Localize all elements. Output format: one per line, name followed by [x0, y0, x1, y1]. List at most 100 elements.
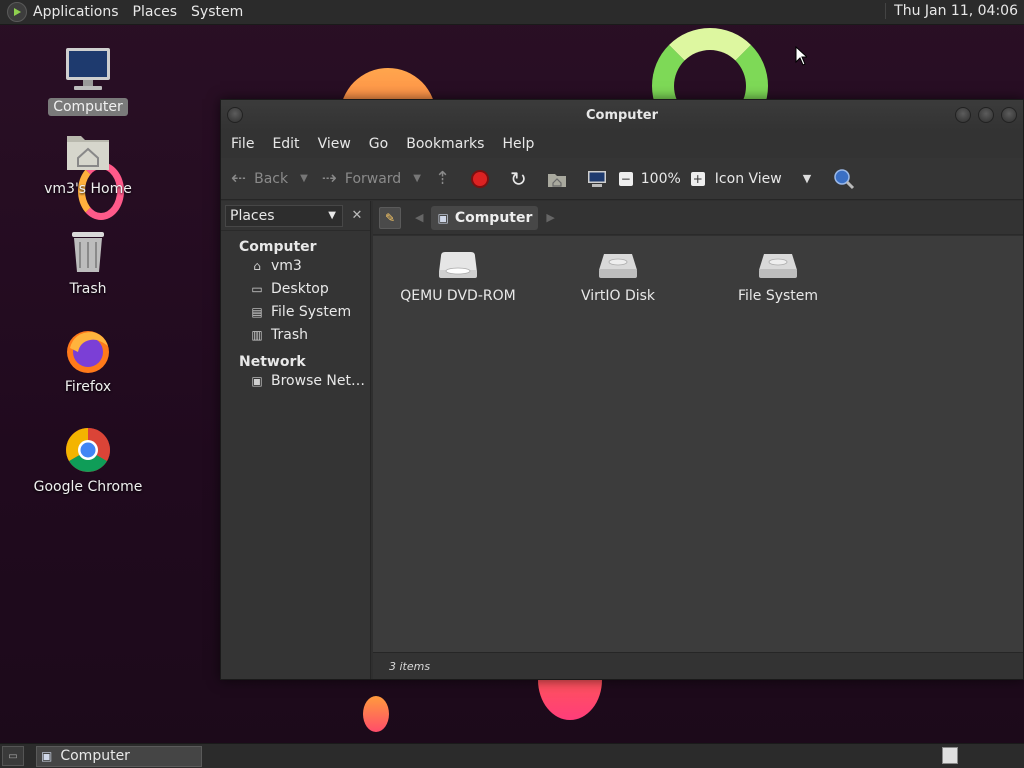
- chevron-down-icon: ▼: [802, 172, 812, 185]
- desktop-icon-label: Trash: [69, 281, 107, 297]
- desktop-icon-label: Google Chrome: [33, 479, 143, 495]
- desktop-icon-firefox[interactable]: Firefox: [13, 326, 163, 396]
- maximize-button[interactable]: [978, 107, 994, 123]
- forward-arrow-icon: ⇢: [321, 168, 337, 189]
- sidebar-pane-select[interactable]: Places ▼: [225, 204, 343, 227]
- sidebar-section-computer: Computer: [239, 239, 317, 255]
- workspace-switcher[interactable]: [942, 747, 958, 764]
- optical-drive-icon: [437, 250, 479, 280]
- desktop-icon-label: vm3's Home: [44, 181, 132, 197]
- window-menu-button[interactable]: [227, 107, 243, 123]
- sidebar: Places ▼ ✕ Computer ⌂ vm3 ▭ Desktop ▤ Fi…: [221, 201, 371, 679]
- location-bar: ✎ ◀ ▣ Computer ▶: [373, 201, 1023, 235]
- view-mode-value: Icon View: [714, 170, 782, 187]
- applications-menu[interactable]: Applications: [33, 4, 119, 20]
- desktop-icon-home[interactable]: vm3's Home: [13, 128, 163, 198]
- file-view[interactable]: QEMU DVD-ROM VirtIO Disk File System: [373, 236, 1023, 652]
- places-menu[interactable]: Places: [133, 4, 178, 20]
- hard-disk-icon: [757, 250, 799, 280]
- sidebar-item-vm3[interactable]: ⌂ vm3: [221, 254, 370, 277]
- trash-icon: ▥: [251, 327, 263, 342]
- file-item-dvd-rom[interactable]: QEMU DVD-ROM: [383, 236, 533, 304]
- toolbar: ⇠ Back ▼ ⇢ Forward ▼ ⇡ ↻ − 100% + Icon V…: [221, 158, 1023, 200]
- forward-history-dropdown-icon[interactable]: ▼: [413, 173, 421, 184]
- chrome-icon: [64, 426, 112, 474]
- menu-view[interactable]: View: [318, 136, 351, 152]
- zoom-out-icon[interactable]: −: [618, 171, 633, 186]
- sidebar-item-trash[interactable]: ▥ Trash: [221, 323, 370, 346]
- show-desktop-button[interactable]: ▭: [2, 746, 24, 766]
- stop-button[interactable]: [470, 169, 490, 189]
- computer-icon: ▣: [41, 749, 53, 763]
- back-label: Back: [254, 170, 289, 187]
- status-text: 3 items: [389, 659, 431, 673]
- home-button[interactable]: [547, 170, 567, 188]
- zoom-control: − 100% +: [618, 171, 705, 187]
- reload-button[interactable]: ↻: [510, 167, 527, 191]
- sidebar-item-label: File System: [271, 303, 352, 320]
- taskbar-item-label: Computer: [60, 748, 130, 764]
- view-mode-select[interactable]: Icon View ▼: [715, 171, 811, 187]
- menubar: File Edit View Go Bookmarks Help: [221, 130, 1023, 158]
- desktop-icon-chrome[interactable]: Google Chrome: [13, 426, 163, 496]
- desktop-icon-trash[interactable]: Trash: [13, 228, 163, 298]
- computer-icon: ▣: [437, 210, 449, 225]
- edit-location-button[interactable]: ✎: [379, 206, 401, 229]
- clock[interactable]: Thu Jan 11, 04:06: [885, 3, 1018, 19]
- sidebar-pane-value: Places: [230, 207, 275, 224]
- zoom-in-icon[interactable]: +: [690, 171, 705, 186]
- distro-logo-icon[interactable]: [7, 2, 27, 22]
- up-arrow-icon: ⇡: [434, 168, 450, 189]
- file-item-label: File System: [737, 288, 819, 304]
- system-menu[interactable]: System: [191, 4, 243, 20]
- up-button[interactable]: ⇡: [435, 168, 450, 189]
- chevron-down-icon: ▼: [328, 210, 336, 221]
- hard-disk-icon: [597, 250, 639, 280]
- taskbar-item-computer[interactable]: ▣ Computer: [36, 745, 202, 767]
- menu-help[interactable]: Help: [502, 136, 534, 152]
- network-icon: ▣: [251, 373, 263, 388]
- bottom-panel: ▭ ▣ Computer: [0, 743, 1024, 768]
- status-bar: 3 items: [373, 652, 1023, 679]
- sidebar-item-file-system[interactable]: ▤ File System: [221, 300, 370, 323]
- file-item-label: QEMU DVD-ROM: [400, 288, 516, 304]
- file-item-file-system[interactable]: File System: [703, 236, 853, 304]
- menu-edit[interactable]: Edit: [272, 136, 299, 152]
- minimize-button[interactable]: [955, 107, 971, 123]
- crumb-right-arrow-icon[interactable]: ▶: [546, 211, 554, 224]
- sidebar-close-button[interactable]: ✕: [347, 206, 367, 226]
- breadcrumb-computer[interactable]: ▣ Computer: [431, 205, 539, 230]
- desktop-icon-label: Computer: [48, 98, 128, 116]
- stop-icon: [471, 169, 489, 188]
- desktop-icon-computer[interactable]: Computer: [13, 46, 163, 116]
- home-icon: ⌂: [253, 258, 261, 273]
- back-button[interactable]: ⇠ Back ▼: [231, 168, 308, 189]
- menu-file[interactable]: File: [231, 136, 254, 152]
- mouse-cursor-icon: [795, 46, 807, 66]
- sidebar-item-label: Desktop: [271, 280, 329, 297]
- firefox-icon: [64, 326, 112, 374]
- sidebar-item-browse-network[interactable]: ▣ Browse Net…: [221, 369, 370, 392]
- home-icon: [547, 173, 566, 187]
- back-arrow-icon: ⇠: [231, 168, 247, 189]
- crumb-left-arrow-icon[interactable]: ◀: [415, 211, 423, 224]
- menu-bookmarks[interactable]: Bookmarks: [406, 136, 484, 152]
- window-title: Computer: [585, 107, 659, 123]
- search-button[interactable]: [833, 168, 855, 190]
- computer-button[interactable]: [587, 170, 607, 188]
- trash-icon: [64, 228, 112, 276]
- sidebar-item-desktop[interactable]: ▭ Desktop: [221, 277, 370, 300]
- sidebar-item-label: Trash: [271, 326, 308, 343]
- close-button[interactable]: [1001, 107, 1017, 123]
- file-item-virtio-disk[interactable]: VirtIO Disk: [543, 236, 693, 304]
- sidebar-item-label: Browse Net…: [271, 372, 366, 389]
- back-history-dropdown-icon[interactable]: ▼: [300, 173, 308, 184]
- sidebar-section-network: Network: [239, 354, 306, 370]
- menu-go[interactable]: Go: [369, 136, 388, 152]
- forward-button[interactable]: ⇢ Forward ▼: [322, 168, 421, 189]
- window-titlebar[interactable]: Computer: [221, 100, 1023, 130]
- drive-icon: ▤: [251, 304, 263, 319]
- sidebar-header: Places ▼ ✕: [221, 201, 370, 231]
- desktop-icon: ▭: [251, 281, 263, 296]
- file-manager-window: Computer File Edit View Go Bookmarks Hel…: [220, 99, 1024, 680]
